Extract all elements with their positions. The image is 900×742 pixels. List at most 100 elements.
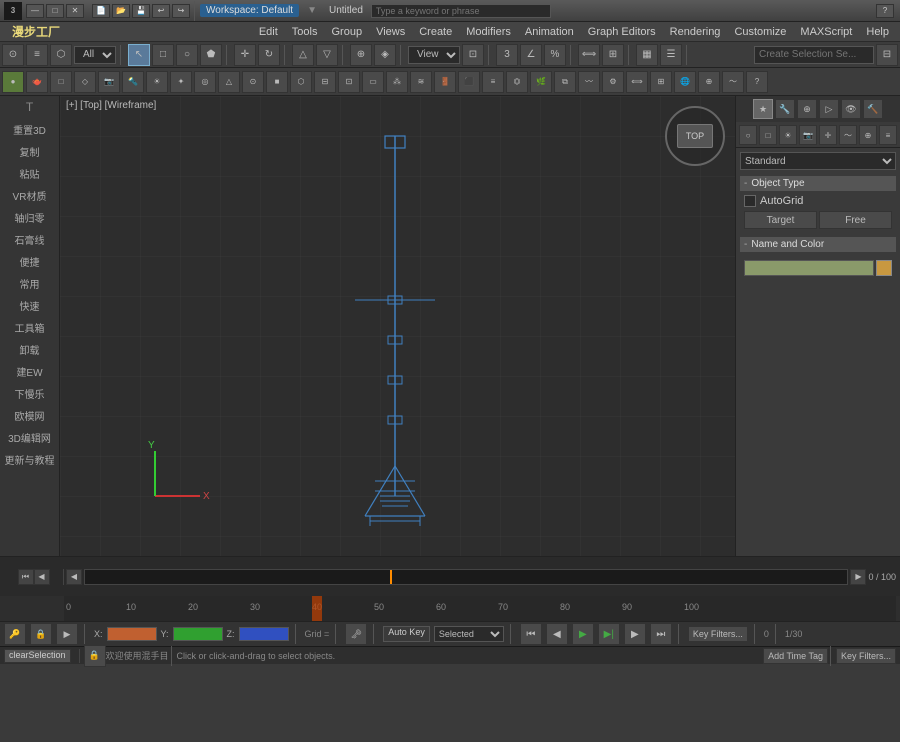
rp-sub-tab-extra1[interactable]: ⊕ — [859, 125, 877, 145]
align-btn[interactable]: ⊞ — [602, 44, 624, 66]
xref-icon[interactable]: ⧉ — [554, 71, 576, 93]
network-icon[interactable]: ⊕ — [698, 71, 720, 93]
menu-customize[interactable]: Customize — [727, 24, 793, 40]
select-region-icon[interactable]: ⬡ — [50, 44, 72, 66]
sidebar-item-plaster[interactable]: 石膏线 — [0, 229, 59, 250]
shapes-icon[interactable]: ◇ — [74, 71, 96, 93]
sidebar-item-toolbox[interactable]: 工具箱 — [0, 317, 59, 338]
addtime-btn[interactable]: Add Time Tag — [763, 648, 828, 664]
menu-graph-editors[interactable]: Graph Editors — [581, 24, 663, 40]
sidebar-item-quick[interactable]: 便捷 — [0, 251, 59, 272]
play-back-btn[interactable]: ⏮ — [18, 569, 34, 585]
sidebar-item-common[interactable]: 常用 — [0, 273, 59, 294]
menu-create[interactable]: Create — [412, 24, 459, 40]
object-type-header[interactable]: - Object Type — [740, 176, 896, 191]
rotate-tool-btn[interactable]: ↻ — [258, 44, 280, 66]
teapot-icon[interactable]: 🫖 — [26, 71, 48, 93]
omni-icon[interactable]: ☀ — [146, 71, 168, 93]
globe-icon[interactable]: 🌐 — [674, 71, 696, 93]
menu-modifiers[interactable]: Modifiers — [459, 24, 518, 40]
clear-selection-btn[interactable]: clearSelection — [4, 649, 71, 663]
viewport-area[interactable]: [+] [Top] [Wireframe] — [60, 96, 735, 556]
prev-frame-btn[interactable]: ⏮ — [520, 623, 542, 645]
torus-icon[interactable]: ⊙ — [242, 71, 264, 93]
menu-group[interactable]: Group — [324, 24, 369, 40]
coord-btn[interactable]: ⊡ — [462, 44, 484, 66]
ocean-icon[interactable]: 〜 — [722, 71, 744, 93]
next-key-btn[interactable]: ▶ — [624, 623, 646, 645]
spot-icon[interactable]: ✦ — [170, 71, 192, 93]
rp-tab-display[interactable]: 👁 — [841, 99, 861, 119]
scale-nonuniform-btn[interactable]: ▽ — [316, 44, 338, 66]
rp-sub-tab-spacewarps[interactable]: 〜 — [839, 125, 857, 145]
reactor-icon[interactable]: ⚙ — [602, 71, 624, 93]
select-tool-btn[interactable]: ↖ — [128, 44, 150, 66]
sidebar-item-update[interactable]: 更新与教程 — [0, 449, 59, 470]
redo-title-icon[interactable]: ↪ — [172, 4, 190, 18]
close-button[interactable]: ✕ — [66, 4, 84, 18]
sidebar-item-3d-edit[interactable]: 3D编辑网 — [0, 427, 59, 448]
create-selection-input[interactable] — [754, 46, 874, 64]
selected-dropdown[interactable]: Selected — [434, 626, 504, 642]
sidebar-item-axis[interactable]: 轴归零 — [0, 207, 59, 228]
minimize-button[interactable]: — — [26, 4, 44, 18]
rp-tab-create[interactable]: ★ — [753, 99, 773, 119]
tube-icon[interactable]: ⊡ — [338, 71, 360, 93]
rp-sub-tab-helpers[interactable]: ✛ — [819, 125, 837, 145]
menu-views[interactable]: Views — [369, 24, 412, 40]
timeline-right-arrow[interactable]: ▶ — [850, 569, 866, 585]
select-region-circle-btn[interactable]: ○ — [176, 44, 198, 66]
railing-icon[interactable]: ⏣ — [506, 71, 528, 93]
maximize-button[interactable]: □ — [46, 4, 64, 18]
menu-edit[interactable]: Edit — [252, 24, 285, 40]
play-all-btn[interactable]: ▶| — [598, 623, 620, 645]
rp-tab-motion[interactable]: ▷ — [819, 99, 839, 119]
key-lock-btn[interactable]: 🗝 — [345, 623, 367, 645]
snap-toggle-btn[interactable]: 3 — [496, 44, 518, 66]
menu-maxscript[interactable]: MAXScript — [793, 24, 859, 40]
mirror-btn[interactable]: ⟺ — [578, 44, 600, 66]
particle-icon[interactable]: ⁂ — [386, 71, 408, 93]
sidebar-item-download[interactable]: 下慢乐 — [0, 383, 59, 404]
frames-ruler[interactable]: 0 10 20 30 40 50 60 70 80 90 100 — [64, 596, 896, 621]
rp-tab-hierarchy[interactable]: ⊕ — [797, 99, 817, 119]
cylinder-icon[interactable]: ⊟ — [314, 71, 336, 93]
lock-icon[interactable]: 🔒 — [30, 623, 52, 645]
menu-rendering[interactable]: Rendering — [663, 24, 728, 40]
angle-snap-btn[interactable]: ∠ — [520, 44, 542, 66]
key-icon[interactable]: 🔑 — [4, 623, 26, 645]
question-icon[interactable]: ? — [746, 71, 768, 93]
sidebar-item-vr-material[interactable]: VR材质 — [0, 185, 59, 206]
door-icon[interactable]: 🚪 — [434, 71, 456, 93]
object-name-input[interactable] — [744, 260, 874, 276]
primitives-icon[interactable]: □ — [50, 71, 72, 93]
name-color-header[interactable]: - Name and Color — [740, 237, 896, 252]
select-region-rect-btn[interactable]: □ — [152, 44, 174, 66]
box-icon[interactable]: ■ — [266, 71, 288, 93]
light-target-icon[interactable]: 🔦 — [122, 71, 144, 93]
ribbon-btn[interactable]: ☰ — [660, 44, 682, 66]
y-coord-input[interactable] — [173, 627, 223, 641]
rp-sub-tab-geo[interactable]: ○ — [739, 125, 757, 145]
animate-icon[interactable]: ▶ — [56, 623, 78, 645]
sidebar-item-build-mesh[interactable]: 建EW — [0, 361, 59, 382]
use-pivot-btn[interactable]: ⊕ — [350, 44, 372, 66]
timeline-bar[interactable] — [84, 569, 848, 585]
cone-icon[interactable]: △ — [218, 71, 240, 93]
sphere-icon[interactable]: ◎ — [194, 71, 216, 93]
scale-uniform-btn[interactable]: △ — [292, 44, 314, 66]
viewport-canvas[interactable]: X Y TOP — [60, 96, 735, 556]
new-file-icon[interactable]: 📄 — [92, 4, 110, 18]
rp-sub-tab-extra2[interactable]: ≡ — [879, 125, 897, 145]
key-filters-btn[interactable]: Key Filters... — [688, 626, 748, 642]
free-button[interactable]: Free — [819, 211, 892, 229]
cloth-icon[interactable]: 〰 — [578, 71, 600, 93]
x-coord-input[interactable] — [107, 627, 157, 641]
target-button[interactable]: Target — [744, 211, 817, 229]
status-lock-icon[interactable]: 🔒 — [84, 645, 106, 667]
rp-sub-tab-shapes[interactable]: □ — [759, 125, 777, 145]
stair-icon[interactable]: ≡ — [482, 71, 504, 93]
rp-sub-tab-lights[interactable]: ☀ — [779, 125, 797, 145]
next-frame-btn[interactable]: ⏭ — [650, 623, 672, 645]
plane-icon[interactable]: ▭ — [362, 71, 384, 93]
